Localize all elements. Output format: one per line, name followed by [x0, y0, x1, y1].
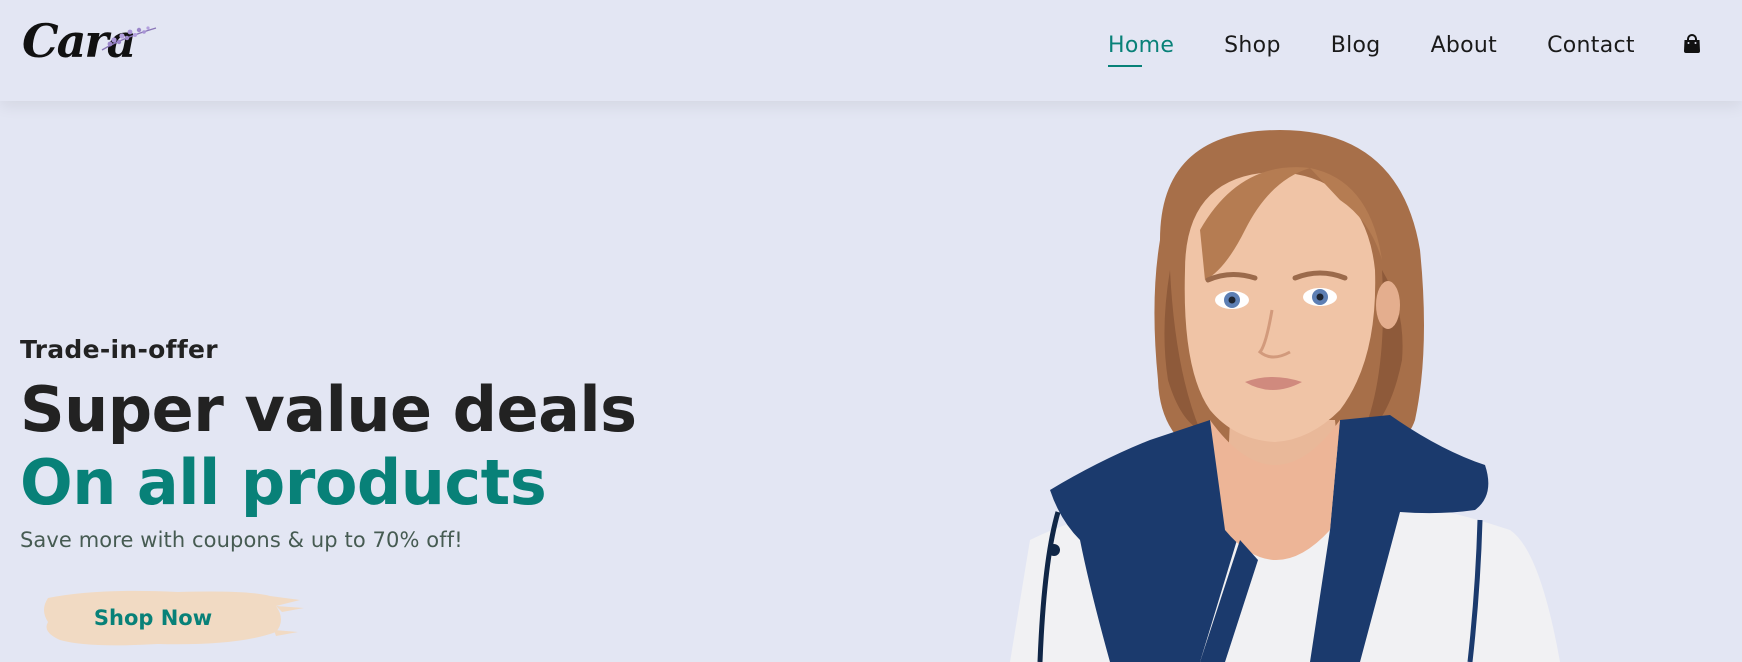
hero-title: Super value deals — [20, 373, 637, 446]
shopping-bag-icon[interactable] — [1683, 34, 1701, 58]
nav-shop[interactable]: Shop — [1224, 33, 1281, 58]
hero-description: Save more with coupons & up to 70% off! — [20, 528, 463, 552]
nav-blog[interactable]: Blog — [1331, 33, 1381, 58]
hero-offer: Trade-in-offer — [20, 335, 218, 364]
model-photo — [1010, 130, 1560, 662]
hero-subtitle: On all products — [20, 446, 547, 519]
page: Cara Home Shop Blog About Contact Trade-… — [0, 0, 1742, 662]
nav-about[interactable]: About — [1431, 33, 1498, 58]
lavender-sprig-icon — [101, 26, 157, 51]
nav-home[interactable]: Home — [1108, 33, 1174, 67]
site-header: Cara Home Shop Blog About Contact — [0, 0, 1742, 101]
shop-now-button[interactable]: Shop Now — [38, 586, 306, 650]
main-nav: Home Shop Blog About Contact — [1108, 32, 1701, 67]
logo[interactable]: Cara — [22, 18, 157, 78]
shop-now-label: Shop Now — [93, 606, 213, 630]
nav-contact[interactable]: Contact — [1547, 33, 1635, 58]
hero-text: Trade-in-offer Super value deals On all … — [20, 335, 637, 552]
